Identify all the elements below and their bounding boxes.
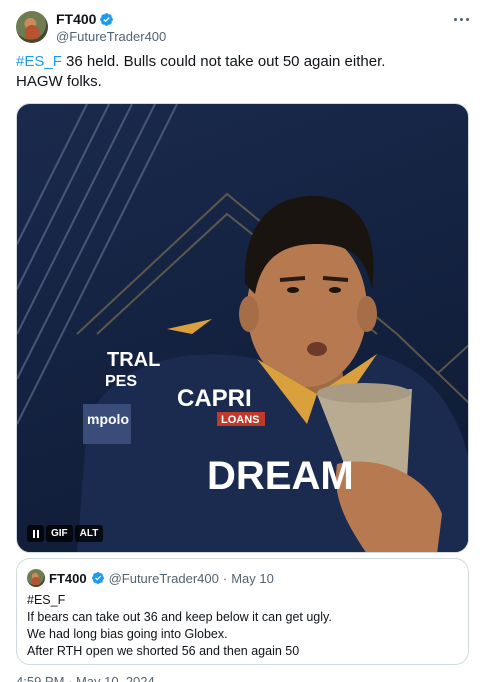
tweet-text-content: HAGW folks.: [16, 73, 102, 90]
tweet-media-gif[interactable]: CAPRI LOANS DREAM TRAL PES mpolo GIF ALT: [16, 103, 469, 553]
jersey-chest-text: DREAM: [207, 454, 354, 498]
quoted-tweet-line: After RTH open we shorted 56 and then ag…: [27, 644, 300, 658]
jersey-left-top-text: TRAL: [107, 349, 160, 371]
quoted-tweet-line: We had long bias going into Globex.: [27, 627, 228, 641]
quoted-tweet-date: May 10: [231, 570, 274, 586]
tweet-text-line: #ES_F 36 held. Bulls could not take out …: [16, 52, 466, 72]
more-options-icon[interactable]: [452, 13, 470, 25]
quoted-tweet[interactable]: FT400 @FutureTrader400 · May 10 #ES_F If…: [16, 558, 469, 665]
jersey-sponsor-sub: LOANS: [221, 414, 260, 426]
author-avatar[interactable]: [16, 11, 48, 43]
quoted-tweet-header: FT400 @FutureTrader400 · May 10: [27, 569, 274, 587]
jersey-left-sub-text: PES: [105, 373, 137, 390]
quoted-author-handle: @FutureTrader400: [108, 570, 219, 586]
hashtag-link[interactable]: #ES_F: [16, 53, 62, 70]
gif-frame-illustration: CAPRI LOANS DREAM TRAL PES mpolo: [17, 104, 468, 552]
quoted-tweet-body: #ES_F If bears can take out 36 and keep …: [27, 592, 457, 660]
quoted-author-display-name: FT400: [49, 570, 87, 586]
verified-badge-icon: [91, 572, 104, 584]
separator-dot: ·: [222, 570, 228, 586]
media-badges: GIF ALT: [27, 525, 104, 542]
quoted-tweet-line: #ES_F: [27, 593, 66, 607]
author-display-name[interactable]: FT400: [56, 11, 96, 27]
quoted-author-avatar: [27, 569, 45, 587]
tweet-text: #ES_F 36 held. Bulls could not take out …: [16, 52, 466, 92]
gif-badge: GIF: [46, 525, 73, 542]
verified-badge-icon: [100, 12, 114, 26]
author-handle[interactable]: @FutureTrader400: [56, 29, 166, 44]
alt-text-button[interactable]: ALT: [74, 525, 104, 542]
jersey-sponsor-main: CAPRI: [177, 385, 252, 412]
quoted-tweet-line: If bears can take out 36 and keep below …: [27, 610, 332, 624]
tweet-text-content: 36 held. Bulls could not take out 50 aga…: [61, 53, 386, 70]
author-name-row[interactable]: FT400: [56, 11, 114, 27]
tweet-timestamp[interactable]: 4:59 PM · May 10, 2024: [16, 674, 155, 682]
pause-icon[interactable]: [27, 525, 44, 542]
tweet-header: FT400 @FutureTrader400: [16, 9, 474, 45]
tweet-text-line: HAGW folks.: [16, 72, 466, 92]
jersey-sleeve-text: mpolo: [87, 411, 129, 427]
